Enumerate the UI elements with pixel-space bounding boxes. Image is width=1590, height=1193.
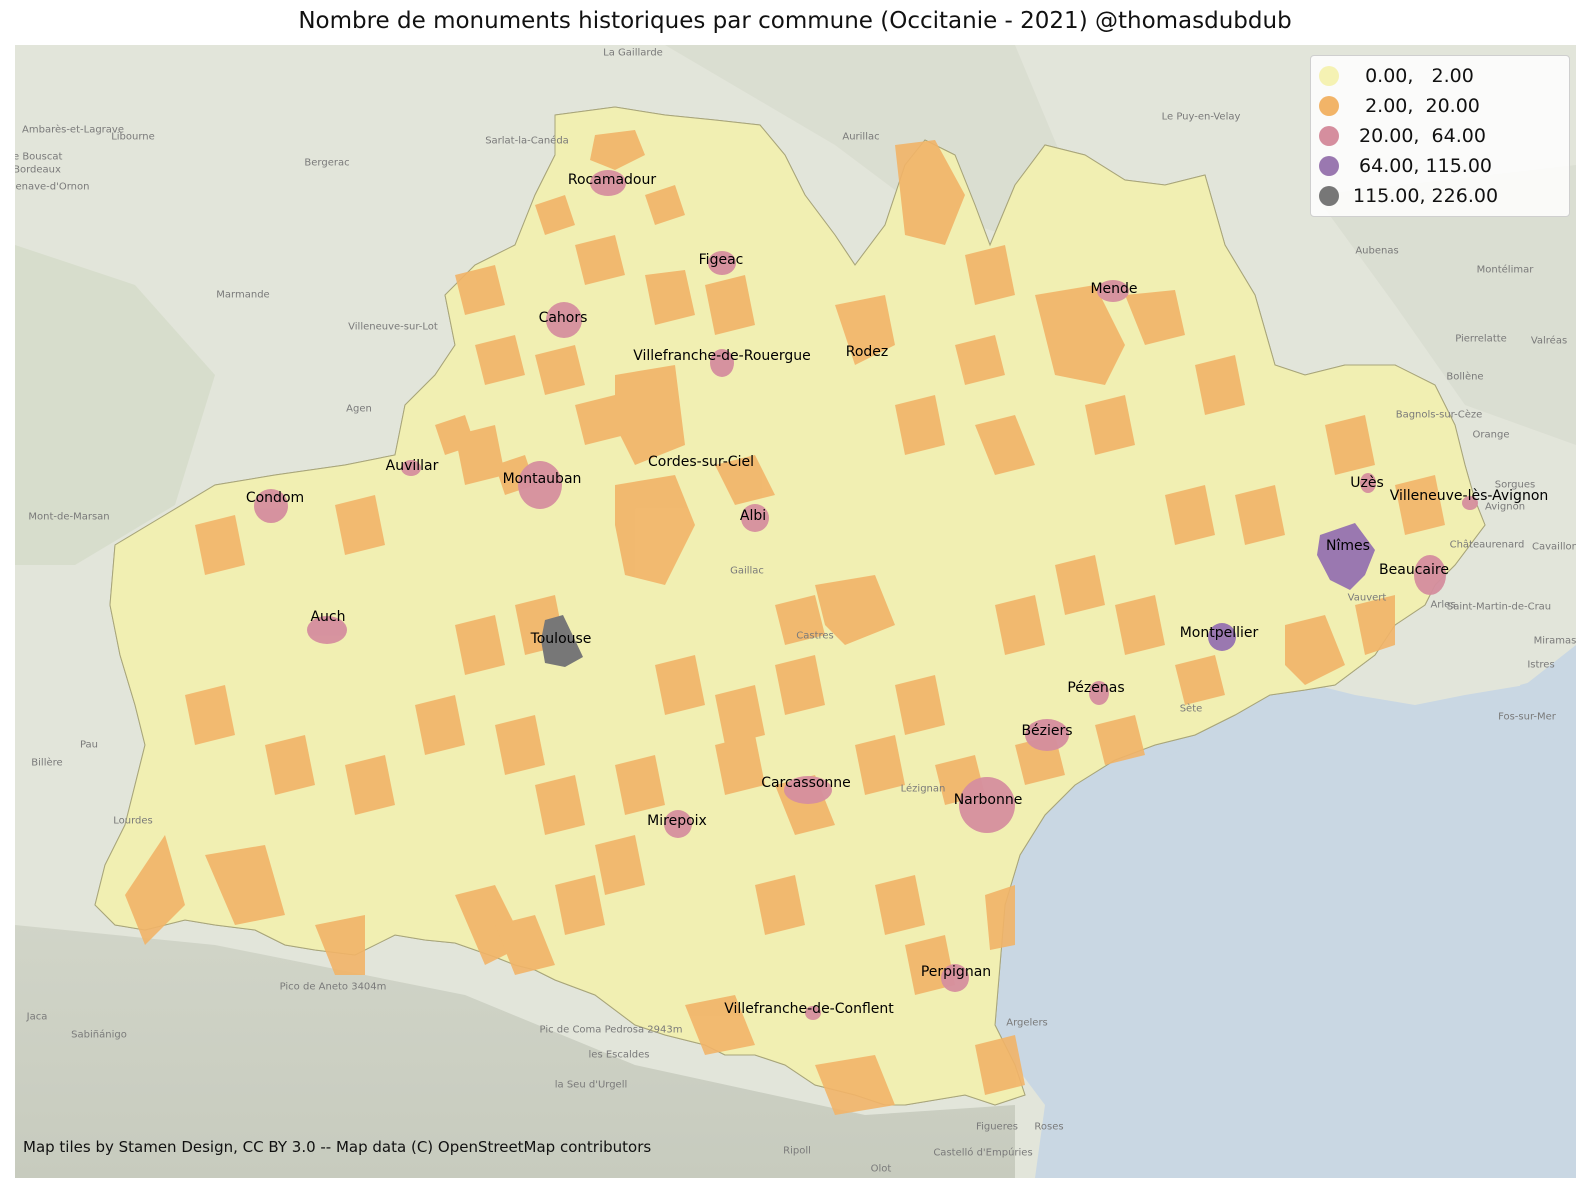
legend-swatch [1319, 126, 1339, 146]
legend-label: 0.00, 2.00 [1353, 65, 1474, 87]
map-attribution: Map tiles by Stamen Design, CC BY 3.0 --… [23, 1138, 652, 1156]
bg-place-label: Roses [1034, 1121, 1064, 1133]
bg-place-label: Miramas [1533, 635, 1576, 647]
map-title: Nombre de monuments historiques par comm… [298, 8, 1292, 34]
bg-place-label: Châteaurenard [1449, 539, 1525, 551]
city-label-cahors: Cahors [538, 310, 588, 326]
city-label-nimes: Nîmes [1326, 538, 1370, 554]
city-label-uzes: Uzès [1350, 475, 1384, 491]
bg-place-label: Jaca [26, 1011, 48, 1023]
bg-place-label: Pierrelatte [1455, 333, 1507, 345]
legend-label: 115.00, 226.00 [1353, 185, 1499, 207]
bg-place-label: Argelers [1006, 1017, 1048, 1029]
legend-item: 0.00, 2.00 [1319, 61, 1561, 91]
bg-place-label: Sarlat-la-Canéda [485, 135, 569, 147]
city-label-toulouse: Toulouse [530, 631, 592, 647]
bg-place-label: Le Bouscat [15, 151, 63, 163]
bg-place-label: Bollène [1446, 371, 1484, 383]
city-label-mirepoix: Mirepoix [647, 813, 707, 829]
bg-place-label: Bergerac [304, 157, 350, 169]
bg-place-label: Pic de Coma Pedrosa 2943m [539, 1024, 683, 1036]
bg-place-label: Cavaillon [1532, 541, 1576, 553]
bg-place-label: Marmande [216, 289, 270, 301]
city-label-villeneuve-les-avignon: Villeneuve-lès-Avignon [1389, 488, 1549, 504]
bg-place-label: Saint-Martin-de-Crau [1446, 601, 1552, 613]
city-label-pezenas: Pézenas [1067, 680, 1125, 696]
bg-place-label: Bagnols-sur-Cèze [1395, 409, 1483, 421]
bg-place-label: Mont-de-Marsan [28, 511, 110, 523]
city-label-rodez: Rodez [845, 344, 889, 360]
bg-place-label: Orange [1472, 429, 1510, 441]
city-label-beziers: Béziers [1021, 723, 1073, 739]
bg-place-label: Istres [1527, 659, 1555, 671]
bg-place-label: Libourne [111, 131, 155, 143]
legend-swatch [1319, 156, 1339, 176]
bg-place-label: Le Puy-en-Velay [1161, 111, 1241, 123]
bg-place-label: Bordeaux [15, 164, 61, 176]
city-label-condom: Condom [245, 490, 305, 506]
bg-place-label: Figueres [976, 1121, 1018, 1133]
bg-place-label: Fos-sur-Mer [1498, 711, 1556, 723]
city-label-auch: Auch [310, 609, 346, 625]
legend-swatch [1319, 186, 1339, 206]
bg-place-label: Sabiñánigo [71, 1029, 127, 1041]
bg-place-label: la Seu d'Urgell [554, 1079, 628, 1091]
bg-place-label: Olot [870, 1163, 892, 1175]
bg-place-label: Ambarès-et-Lagrave [22, 124, 124, 136]
city-label-mende: Mende [1090, 281, 1138, 297]
legend-item: 2.00, 20.00 [1319, 91, 1561, 121]
legend: 0.00, 2.00 2.00, 20.00 20.00, 64.00 64.0… [1310, 55, 1570, 217]
bg-place-label: Gaillac [730, 565, 764, 577]
city-label-rocamadour: Rocamadour [567, 172, 657, 188]
city-label-narbonne: Narbonne [953, 792, 1023, 808]
legend-swatch [1319, 96, 1339, 116]
legend-label: 20.00, 64.00 [1353, 125, 1486, 147]
bg-place-label: Lourdes [113, 815, 153, 827]
city-label-beaucaire: Beaucaire [1379, 562, 1449, 578]
bg-place-label: Pico de Aneto 3404m [279, 981, 387, 993]
city-label-villefranche-de-rouergue: Villefranche-de-Rouergue [633, 348, 811, 364]
legend-label: 64.00, 115.00 [1353, 155, 1492, 177]
city-label-carcassonne: Carcassonne [761, 775, 851, 791]
bg-place-label: Villeneuve-sur-Lot [348, 321, 438, 333]
bg-place-label: Castelló d'Empúries [933, 1147, 1033, 1159]
legend-swatch [1319, 66, 1339, 86]
bg-place-label: Lézignan [900, 783, 946, 795]
city-label-albi: Albi [739, 508, 767, 524]
bg-place-label: Agen [346, 403, 372, 415]
legend-item: 64.00, 115.00 [1319, 151, 1561, 181]
city-label-montpellier: Montpellier [1179, 625, 1259, 641]
bg-place-label: Valréas [1530, 335, 1568, 347]
legend-item: 20.00, 64.00 [1319, 121, 1561, 151]
bg-place-label: Castres [796, 630, 834, 642]
bg-place-label: Sète [1179, 703, 1203, 715]
bg-place-label: La Gaillarde [603, 47, 663, 59]
bg-place-label: Aurillac [842, 131, 880, 143]
city-label-figeac: Figeac [698, 252, 744, 268]
bg-place-label: Pau [79, 739, 99, 751]
legend-item: 115.00, 226.00 [1319, 181, 1561, 211]
city-label-perpignan: Perpignan [920, 964, 992, 980]
city-label-montauban: Montauban [502, 471, 582, 487]
bg-place-label: Billère [31, 757, 63, 769]
bg-place-label: Ripoll [783, 1145, 811, 1157]
legend-label: 2.00, 20.00 [1353, 95, 1480, 117]
bg-place-label: Villenave-d'Ornon [15, 181, 90, 193]
city-label-cordes-sur-ciel: Cordes-sur-Ciel [648, 454, 754, 470]
city-label-villefranche-de-conflent: Villefranche-de-Conflent [724, 1001, 894, 1017]
bg-place-label: les Escaldes [588, 1049, 650, 1061]
bg-place-label: Aubenas [1355, 245, 1399, 257]
bg-place-label: Vauvert [1347, 592, 1387, 604]
city-label-auvillar: Auvillar [385, 458, 439, 474]
bg-place-label: Montélimar [1476, 264, 1534, 276]
